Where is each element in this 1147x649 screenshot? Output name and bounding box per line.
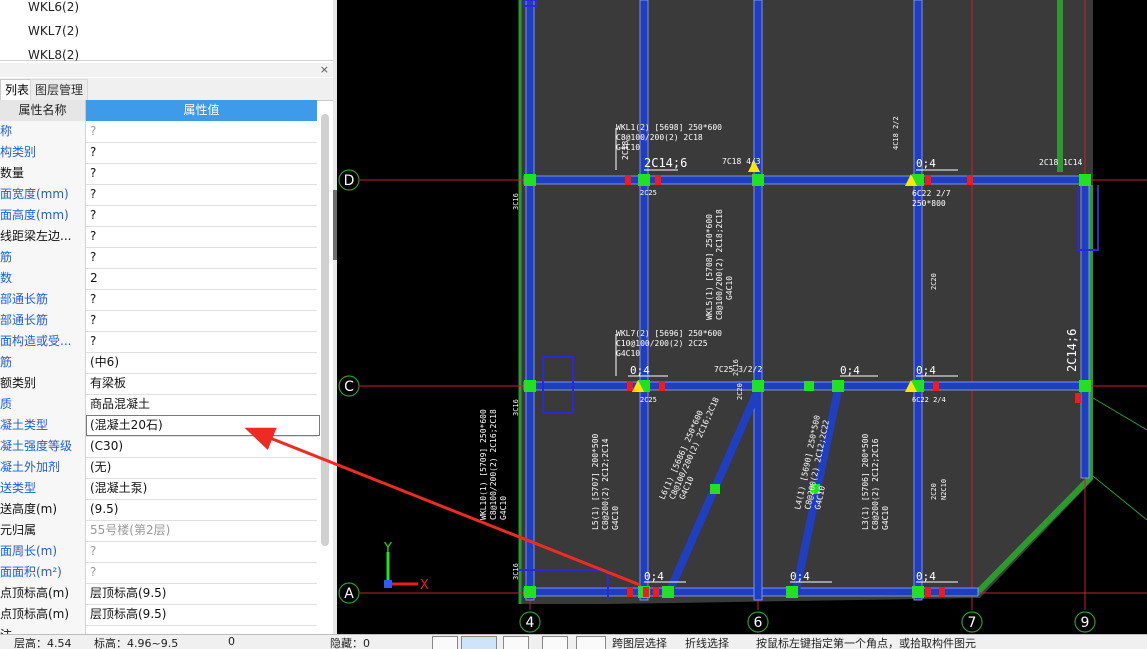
polyline-select-button[interactable]: 折线选择 (685, 635, 729, 649)
cross-layer-select-button[interactable]: 跨图层选择 (612, 635, 667, 649)
status-bar: 层高：4.54 标高：4.96~9.5 0 隐藏：0 跨图层选择 折线选择 按鼠… (0, 634, 1147, 649)
elevation-range: 标高：4.96~9.5 (94, 637, 179, 649)
add-icon[interactable] (576, 636, 606, 649)
check-icon[interactable] (542, 636, 568, 649)
snap-icon[interactable] (432, 636, 458, 649)
select-mode-icon[interactable] (461, 636, 497, 649)
hidden-count: 隐藏：0 (330, 637, 370, 649)
command-hint: 按鼠标左键指定第一个角点，或拾取构件图元 (756, 637, 976, 649)
annotation-overlay (244, 427, 641, 587)
cross-select-icon[interactable] (503, 636, 529, 649)
red-annotation-arrow (244, 427, 641, 587)
zero-readout: 0 (228, 635, 235, 648)
floor-height: 层高：4.54 (14, 637, 72, 649)
